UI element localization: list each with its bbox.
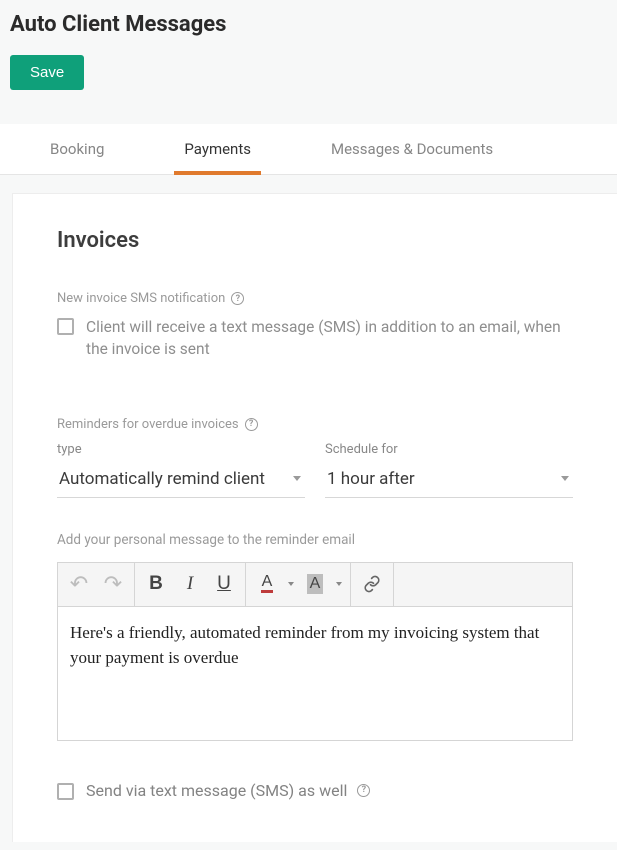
- help-icon[interactable]: ?: [357, 784, 370, 797]
- checkbox-label-new-invoice-sms: Client will receive a text message (SMS)…: [86, 316, 573, 361]
- italic-button[interactable]: I: [173, 567, 207, 601]
- chevron-down-icon: [288, 582, 294, 586]
- label-new-invoice-sms: New invoice SMS notification ?: [57, 291, 573, 306]
- redo-icon: ↷: [104, 571, 122, 597]
- select-reminder-type-value: Automatically remind client: [59, 469, 265, 489]
- chevron-down-icon: [293, 476, 301, 481]
- undo-icon: ↶: [70, 571, 88, 597]
- label-text: Send via text message (SMS) as well: [86, 779, 347, 802]
- chevron-down-icon: [336, 582, 342, 586]
- section-title-invoices: Invoices: [57, 228, 573, 253]
- bg-color-dropdown[interactable]: [332, 567, 346, 601]
- rich-text-editor: ↶ ↷ B I U A A: [57, 562, 573, 741]
- label-schedule-for: Schedule for: [325, 442, 573, 457]
- help-icon[interactable]: ?: [231, 292, 244, 305]
- tab-payments[interactable]: Payments: [174, 124, 261, 174]
- checkbox-label-send-sms: Send via text message (SMS) as well ?: [86, 779, 370, 802]
- underline-button[interactable]: U: [207, 567, 241, 601]
- help-icon[interactable]: ?: [245, 418, 258, 431]
- label-text: New invoice SMS notification: [57, 291, 225, 306]
- save-button[interactable]: Save: [10, 55, 84, 90]
- link-button[interactable]: [355, 567, 389, 601]
- text-color-dropdown[interactable]: [284, 567, 298, 601]
- redo-button[interactable]: ↷: [96, 567, 130, 601]
- label-text: Reminders for overdue invoices: [57, 417, 239, 432]
- bold-button[interactable]: B: [139, 567, 173, 601]
- checkbox-send-sms[interactable]: [57, 783, 74, 800]
- undo-button[interactable]: ↶: [62, 567, 96, 601]
- link-icon: [363, 575, 381, 593]
- label-reminder-type: type: [57, 442, 305, 457]
- editor-toolbar: ↶ ↷ B I U A A: [58, 563, 572, 607]
- text-color-icon: A: [261, 575, 274, 593]
- tabs: Booking Payments Messages & Documents: [0, 124, 617, 175]
- text-color-button[interactable]: A: [250, 567, 284, 601]
- tab-messages-documents[interactable]: Messages & Documents: [321, 124, 503, 174]
- chevron-down-icon: [561, 476, 569, 481]
- page-title: Auto Client Messages: [10, 12, 607, 37]
- select-schedule-for-value: 1 hour after: [327, 469, 415, 489]
- editor-content[interactable]: Here's a friendly, automated reminder fr…: [58, 607, 572, 740]
- checkbox-new-invoice-sms[interactable]: [57, 318, 74, 335]
- label-personal-message: Add your personal message to the reminde…: [57, 532, 573, 548]
- bg-color-icon: A: [307, 574, 324, 594]
- select-reminder-type[interactable]: Automatically remind client: [57, 463, 305, 498]
- tab-booking[interactable]: Booking: [40, 124, 114, 174]
- panel-invoices: Invoices New invoice SMS notification ? …: [12, 193, 617, 842]
- select-schedule-for[interactable]: 1 hour after: [325, 463, 573, 498]
- label-reminders-overdue: Reminders for overdue invoices ?: [57, 417, 573, 432]
- bg-color-button[interactable]: A: [298, 567, 332, 601]
